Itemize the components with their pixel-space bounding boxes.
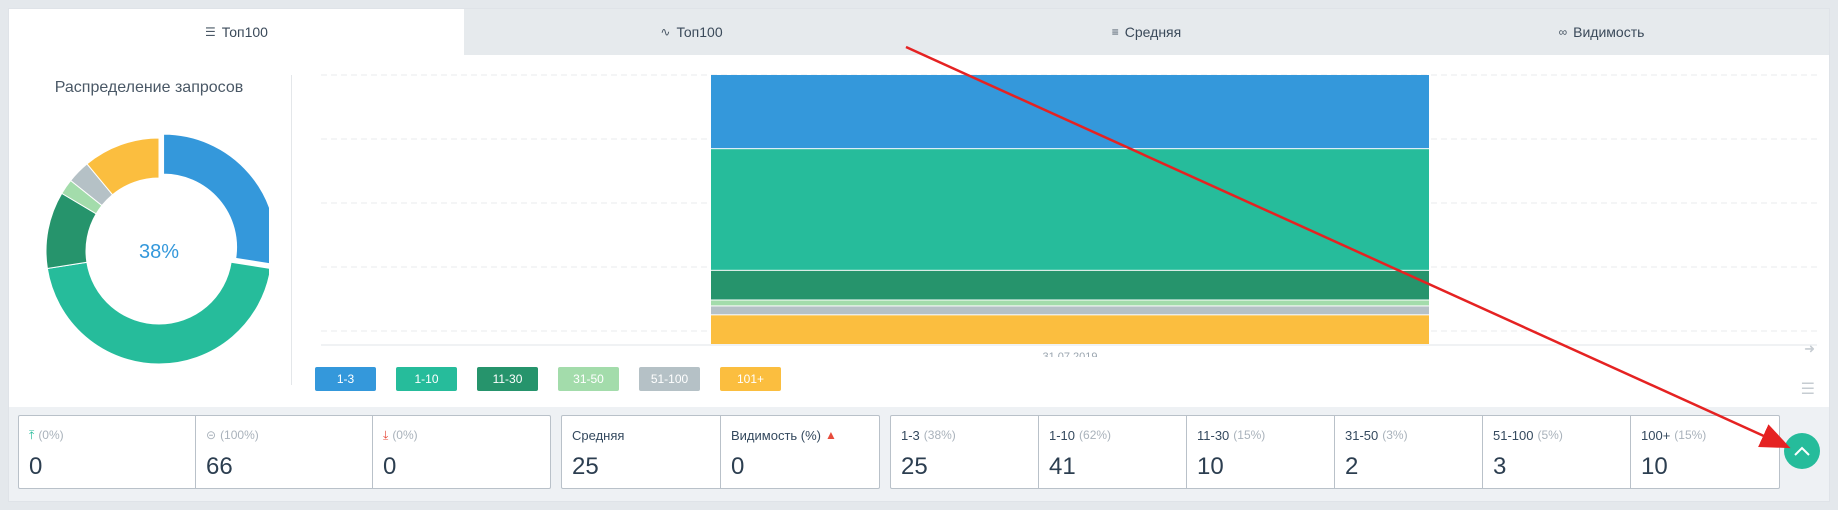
tab-average[interactable]: ≡ Средняя <box>919 9 1374 55</box>
stat-pos-31-50: 31-50 (3%) 2 <box>1335 416 1483 488</box>
donut-chart: 38% <box>45 133 269 365</box>
stat-value: 10 <box>1197 453 1224 480</box>
tab-label: Средняя <box>1124 24 1182 40</box>
donut-slice-1-10[interactable] <box>46 261 269 365</box>
stat-pos-1-10: 1-10 (62%) 41 <box>1039 416 1187 488</box>
legend-item-101-plus[interactable]: 101+ <box>720 367 781 391</box>
legend-item-1-10[interactable]: 1-10 <box>396 367 457 391</box>
glasses-icon: ∞ <box>1558 25 1568 39</box>
stat-value: 66 <box>206 453 233 480</box>
x-tick-label: 31.07.2019 <box>1042 351 1097 357</box>
stat-pos-100-plus: 100+ (15%) 10 <box>1631 416 1779 488</box>
stat-value: 2 <box>1345 453 1359 480</box>
stat-down: ⤓ (0%) 0 <box>373 416 550 488</box>
minus-circle-icon: ⊝ <box>206 428 217 442</box>
tab-top100-chart[interactable]: ∿ Топ100 <box>464 9 919 55</box>
stat-value: 41 <box>1049 453 1076 480</box>
arrow-down-circle-icon: ⤓ <box>383 427 389 442</box>
divider <box>291 75 292 385</box>
stat-pos-51-100: 51-100 (5%) 3 <box>1483 416 1631 488</box>
tab-top100-layers[interactable]: ☰ Топ100 <box>9 9 464 55</box>
stat-value: 0 <box>731 453 745 480</box>
stat-value: 25 <box>901 453 928 480</box>
area-segment-1-10[interactable] <box>711 149 1429 270</box>
area-segment-101+[interactable] <box>711 315 1429 344</box>
stat-value: 0 <box>383 453 397 480</box>
metrics-group: Средняя 25 Видимость (%) ▲ 0 <box>561 415 880 489</box>
donut-slice-1-3[interactable] <box>163 133 269 265</box>
positions-group: 1-3 (38%) 25 1-10 (62%) 41 11-30 (15%) 10 3… <box>890 415 1780 489</box>
chart-content: Распределение запросов 38% 31.07.2019 1-… <box>9 55 1829 407</box>
area-segment-51-100[interactable] <box>711 306 1429 315</box>
area-segment-1-3[interactable] <box>711 75 1429 149</box>
stat-same: ⊝ (100%) 66 <box>196 416 373 488</box>
stat-up: ⤒ (0%) 0 <box>19 416 196 488</box>
arrow-right-icon[interactable]: ➜ <box>1804 341 1815 357</box>
menu-icon[interactable]: ☰ <box>1801 379 1815 399</box>
layers-icon: ☰ <box>205 25 216 39</box>
stat-value: 25 <box>572 453 599 480</box>
stat-value: 10 <box>1641 453 1668 480</box>
stat-average: Средняя 25 <box>562 416 721 488</box>
legend-item-51-100[interactable]: 51-100 <box>639 367 700 391</box>
arrow-up-circle-icon: ⤒ <box>29 427 35 442</box>
stat-pos-11-30: 11-30 (15%) 10 <box>1187 416 1335 488</box>
align-lines-icon: ≡ <box>1111 25 1119 39</box>
changes-group: ⤒ (0%) 0 ⊝ (100%) 66 ⤓ (0%) 0 <box>18 415 551 489</box>
tab-label: Видимость <box>1573 24 1645 40</box>
stacked-area-chart: 31.07.2019 <box>321 74 1817 357</box>
tab-label: Топ100 <box>676 24 723 40</box>
tab-bar: ☰ Топ100 ∿ Топ100 ≡ Средняя ∞ Видимость <box>9 9 1829 55</box>
area-segment-31-50[interactable] <box>711 300 1429 306</box>
stat-visibility: Видимость (%) ▲ 0 <box>721 416 879 488</box>
chevron-up-icon <box>1794 446 1810 456</box>
stat-value: 3 <box>1493 453 1507 480</box>
donut-title: Распределение запросов <box>54 79 244 96</box>
scroll-top-button[interactable] <box>1784 433 1820 469</box>
stat-label: Видимость (%) <box>731 427 822 443</box>
tab-visibility[interactable]: ∞ Видимость <box>1374 9 1829 55</box>
chart-legend: 1-3 1-10 11-30 31-50 51-100 101+ <box>315 367 781 391</box>
stats-bar: ⤒ (0%) 0 ⊝ (100%) 66 ⤓ (0%) 0 Средняя 25 Ви… <box>18 415 1780 489</box>
legend-item-11-30[interactable]: 11-30 <box>477 367 538 391</box>
warning-icon[interactable]: ▲ <box>825 428 837 442</box>
legend-item-1-3[interactable]: 1-3 <box>315 367 376 391</box>
area-segment-11-30[interactable] <box>711 270 1429 300</box>
stat-label: Средняя <box>572 427 625 443</box>
stat-value: 0 <box>29 453 43 480</box>
donut-center-label: 38% <box>139 241 179 263</box>
line-chart-icon: ∿ <box>660 25 671 39</box>
stat-pos-1-3: 1-3 (38%) 25 <box>891 416 1039 488</box>
legend-item-31-50[interactable]: 31-50 <box>558 367 619 391</box>
tab-label: Топ100 <box>221 24 268 40</box>
